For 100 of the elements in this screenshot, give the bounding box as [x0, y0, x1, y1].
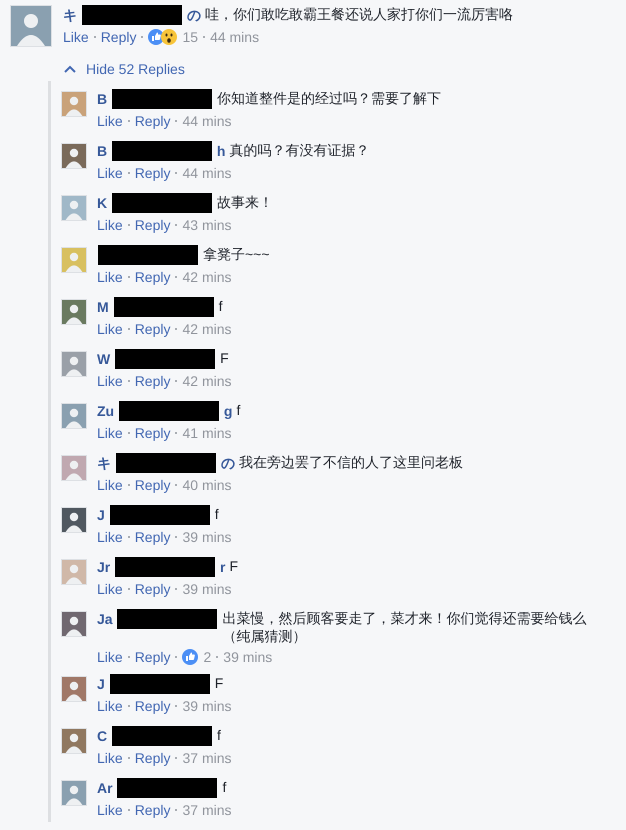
avatar[interactable] [61, 611, 87, 637]
action-link[interactable]: Reply [134, 217, 170, 233]
action-link[interactable]: Reply [100, 29, 136, 45]
avatar[interactable] [61, 676, 87, 702]
action-link[interactable]: Like [97, 165, 123, 181]
author-name[interactable]: キ [97, 455, 111, 471]
action-link[interactable]: Like [97, 581, 123, 597]
avatar[interactable] [61, 143, 87, 169]
action-link[interactable]: Like [97, 649, 123, 665]
comment-text: f [217, 726, 222, 744]
author-name[interactable]: J [97, 507, 105, 523]
hide-replies-link[interactable]: Hide 52 Replies [64, 61, 185, 77]
author-name[interactable]: Zu [97, 403, 114, 419]
author-name[interactable]: の [220, 455, 235, 471]
action-link[interactable]: Reply [134, 802, 170, 818]
timestamp[interactable]: 37 mins [182, 802, 232, 818]
author-name[interactable]: の [186, 7, 201, 23]
timestamp[interactable]: 37 mins [182, 750, 232, 766]
action-link[interactable]: Reply [134, 321, 170, 337]
author-name[interactable]: g [224, 403, 232, 419]
author-name[interactable]: W [97, 351, 110, 367]
author-name[interactable]: J [97, 676, 105, 692]
timestamp[interactable]: 42 mins [182, 269, 232, 285]
timestamp[interactable]: 42 mins [182, 373, 232, 389]
separator-dot [128, 432, 130, 434]
action-link[interactable]: Reply [134, 113, 170, 129]
author-name[interactable]: B [97, 143, 108, 159]
separator-dot [128, 809, 130, 811]
author-name[interactable]: Ja [97, 611, 113, 627]
separator-dot [128, 120, 130, 122]
separator-dot [175, 380, 178, 382]
author-name[interactable]: h [216, 143, 226, 159]
action-link[interactable]: Reply [134, 373, 170, 389]
reaction-count[interactable]: 15 [182, 29, 198, 45]
action-link[interactable]: Reply [134, 750, 170, 766]
timestamp[interactable]: 39 mins [223, 649, 272, 665]
separator-dot [175, 656, 178, 658]
author-name[interactable]: Jr [97, 559, 110, 575]
timestamp[interactable]: 39 mins [182, 581, 232, 597]
separator-dot [94, 36, 96, 38]
separator-dot [175, 536, 178, 538]
author-name[interactable]: キ [63, 7, 77, 23]
separator-dot [128, 224, 130, 226]
action-link[interactable]: Reply [134, 269, 170, 285]
timestamp[interactable]: 44 mins [182, 165, 232, 181]
action-link[interactable]: Like [97, 698, 123, 714]
avatar[interactable] [61, 728, 87, 754]
author-name[interactable]: r [220, 559, 226, 575]
separator-dot [128, 380, 130, 382]
author-name[interactable]: C [97, 728, 108, 744]
timestamp[interactable]: 41 mins [182, 425, 232, 441]
comment-text: 真的吗？有没有证据？ [229, 141, 370, 159]
comment-text: F [220, 349, 230, 367]
comment-text: f [214, 505, 220, 523]
timestamp[interactable]: 44 mins [182, 113, 232, 129]
action-link[interactable]: Reply [134, 649, 170, 665]
action-link[interactable]: Like [97, 750, 123, 766]
action-link[interactable]: Like [97, 802, 123, 818]
action-link[interactable]: Reply [134, 477, 170, 493]
comment-text: 出菜慢，然后顾客要走了，菜才来！你们觉得还需要给钱么（纯属猜测） [222, 609, 588, 645]
avatar[interactable] [61, 299, 87, 325]
timestamp[interactable]: 44 mins [210, 29, 260, 45]
action-link[interactable]: Reply [134, 165, 170, 181]
separator-dot [175, 120, 178, 122]
separator-dot [128, 705, 130, 707]
avatar[interactable] [61, 507, 87, 533]
timestamp[interactable]: 39 mins [182, 529, 232, 545]
action-link[interactable]: Like [97, 217, 123, 233]
comment-text: 哇，你们敢吃敢霸王餐还说人家打你们一流厉害咯 [204, 5, 514, 23]
action-link[interactable]: Reply [134, 529, 170, 545]
separator-dot [128, 536, 130, 538]
comment-text: f [236, 401, 242, 419]
separator-dot [141, 36, 144, 38]
action-link[interactable]: Like [97, 373, 123, 389]
author-name[interactable]: K [97, 195, 108, 211]
timestamp[interactable]: 40 mins [182, 477, 232, 493]
separator-dot [175, 432, 178, 434]
comment-text: f [222, 778, 228, 796]
timestamp[interactable]: 43 mins [182, 217, 232, 233]
action-link[interactable]: Like [97, 477, 123, 493]
action-link[interactable]: Reply [134, 425, 170, 441]
action-link[interactable]: Like [97, 269, 123, 285]
comment-text: F [229, 557, 240, 575]
comment-text: 我在旁边罢了不信的人了这里问老板 [238, 453, 464, 471]
author-name[interactable]: M [97, 299, 109, 315]
action-link[interactable]: Reply [134, 698, 170, 714]
action-link[interactable]: Like [97, 113, 123, 129]
reaction-count[interactable]: 2 [203, 649, 212, 665]
action-link[interactable]: Like [97, 321, 123, 337]
action-link[interactable]: Reply [134, 581, 170, 597]
action-link[interactable]: Like [97, 425, 123, 441]
timestamp[interactable]: 42 mins [182, 321, 232, 337]
chevron-up-icon [64, 65, 76, 73]
timestamp[interactable]: 39 mins [182, 698, 232, 714]
action-link[interactable]: Like [97, 529, 123, 545]
author-name[interactable]: B [97, 91, 108, 107]
separator-dot [175, 809, 178, 811]
author-name[interactable]: Ar [97, 780, 113, 796]
action-link[interactable]: Like [63, 29, 89, 45]
separator-dot [128, 328, 130, 330]
